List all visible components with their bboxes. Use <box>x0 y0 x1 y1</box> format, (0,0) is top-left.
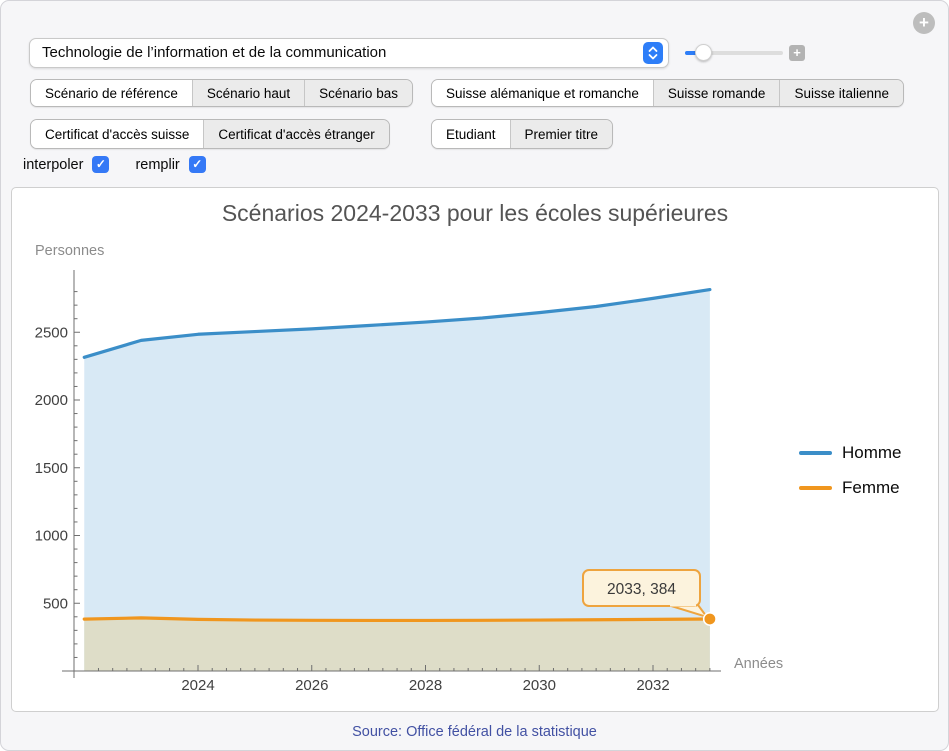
statut-button-group: Etudiant Premier titre <box>431 119 613 149</box>
y-axis-label: Personnes <box>35 243 104 259</box>
homme-line-swatch <box>799 451 832 455</box>
chart-title: Scénarios 2024-2033 pour les écoles supé… <box>12 200 938 227</box>
button-scenario-reference[interactable]: Scénario de référence <box>31 80 192 106</box>
slider-thumb[interactable] <box>695 44 712 61</box>
certificat-button-group: Certificat d'accès suisse Certificat d'a… <box>30 119 390 149</box>
y-tick-label: 1500 <box>35 460 68 477</box>
up-down-chevrons-icon[interactable] <box>643 42 663 64</box>
x-tick-label: 2028 <box>409 677 442 694</box>
button-certificat-etranger[interactable]: Certificat d'accès étranger <box>203 120 388 148</box>
legend-label-femme: Femme <box>842 478 900 498</box>
region-button-group: Suisse alémanique et romanche Suisse rom… <box>431 79 904 107</box>
field-selector-dropdown[interactable]: Technologie de l’information et de la co… <box>29 38 669 68</box>
x-tick-label: 2024 <box>181 677 214 694</box>
x-tick-label: 2032 <box>636 677 669 694</box>
source-link[interactable]: Source: Office fédéral de la statistique <box>1 724 948 740</box>
y-tick-label: 1000 <box>35 528 68 545</box>
area-fill-homme <box>84 290 710 671</box>
x-axis-label: Années <box>734 656 783 672</box>
x-tick-label: 2026 <box>295 677 328 694</box>
field-selector-value: Technologie de l’information et de la co… <box>42 39 386 67</box>
button-suisse-romande[interactable]: Suisse romande <box>653 80 780 106</box>
y-tick-label: 500 <box>43 595 68 612</box>
y-tick-label: 2500 <box>35 324 68 341</box>
tooltip-seam-patch <box>670 602 696 607</box>
y-tick-label: 2000 <box>35 392 68 409</box>
button-premier-titre[interactable]: Premier titre <box>510 120 613 148</box>
interpoler-checkbox[interactable]: ✓ <box>92 156 109 173</box>
area-fill-femme <box>84 618 710 671</box>
legend-item-homme: Homme <box>799 442 902 464</box>
scenario-button-group: Scénario de référence Scénario haut Scén… <box>30 79 413 107</box>
x-tick-label: 2030 <box>523 677 556 694</box>
femme-line-swatch <box>799 486 832 490</box>
remplir-checkbox[interactable]: ✓ <box>189 156 206 173</box>
interpoler-label: interpoler <box>23 157 83 173</box>
legend-item-femme: Femme <box>799 477 902 499</box>
chart-panel: 500 1000 1500 2000 2500 2024 2026 2028 2030 2032 2… <box>11 187 939 712</box>
remplir-label: remplir <box>135 157 179 173</box>
plus-circle-icon[interactable]: + <box>913 12 935 34</box>
button-etudiant[interactable]: Etudiant <box>432 120 510 148</box>
plus-icon[interactable]: + <box>789 45 805 61</box>
button-certificat-suisse[interactable]: Certificat d'accès suisse <box>31 120 203 148</box>
manipulate-window: + Technologie de l’information et de la … <box>0 0 949 751</box>
femme-endpoint-marker[interactable] <box>704 613 716 625</box>
button-scenario-haut[interactable]: Scénario haut <box>192 80 304 106</box>
legend-label-homme: Homme <box>842 443 902 463</box>
button-suisse-italienne[interactable]: Suisse italienne <box>779 80 903 106</box>
button-suisse-alemanique[interactable]: Suisse alémanique et romanche <box>432 80 653 106</box>
tooltip-text: 2033, 384 <box>607 581 676 598</box>
button-scenario-bas[interactable]: Scénario bas <box>304 80 412 106</box>
checkbox-row: interpoler ✓ remplir ✓ <box>23 156 206 173</box>
chart-legend: Homme Femme <box>799 442 902 512</box>
